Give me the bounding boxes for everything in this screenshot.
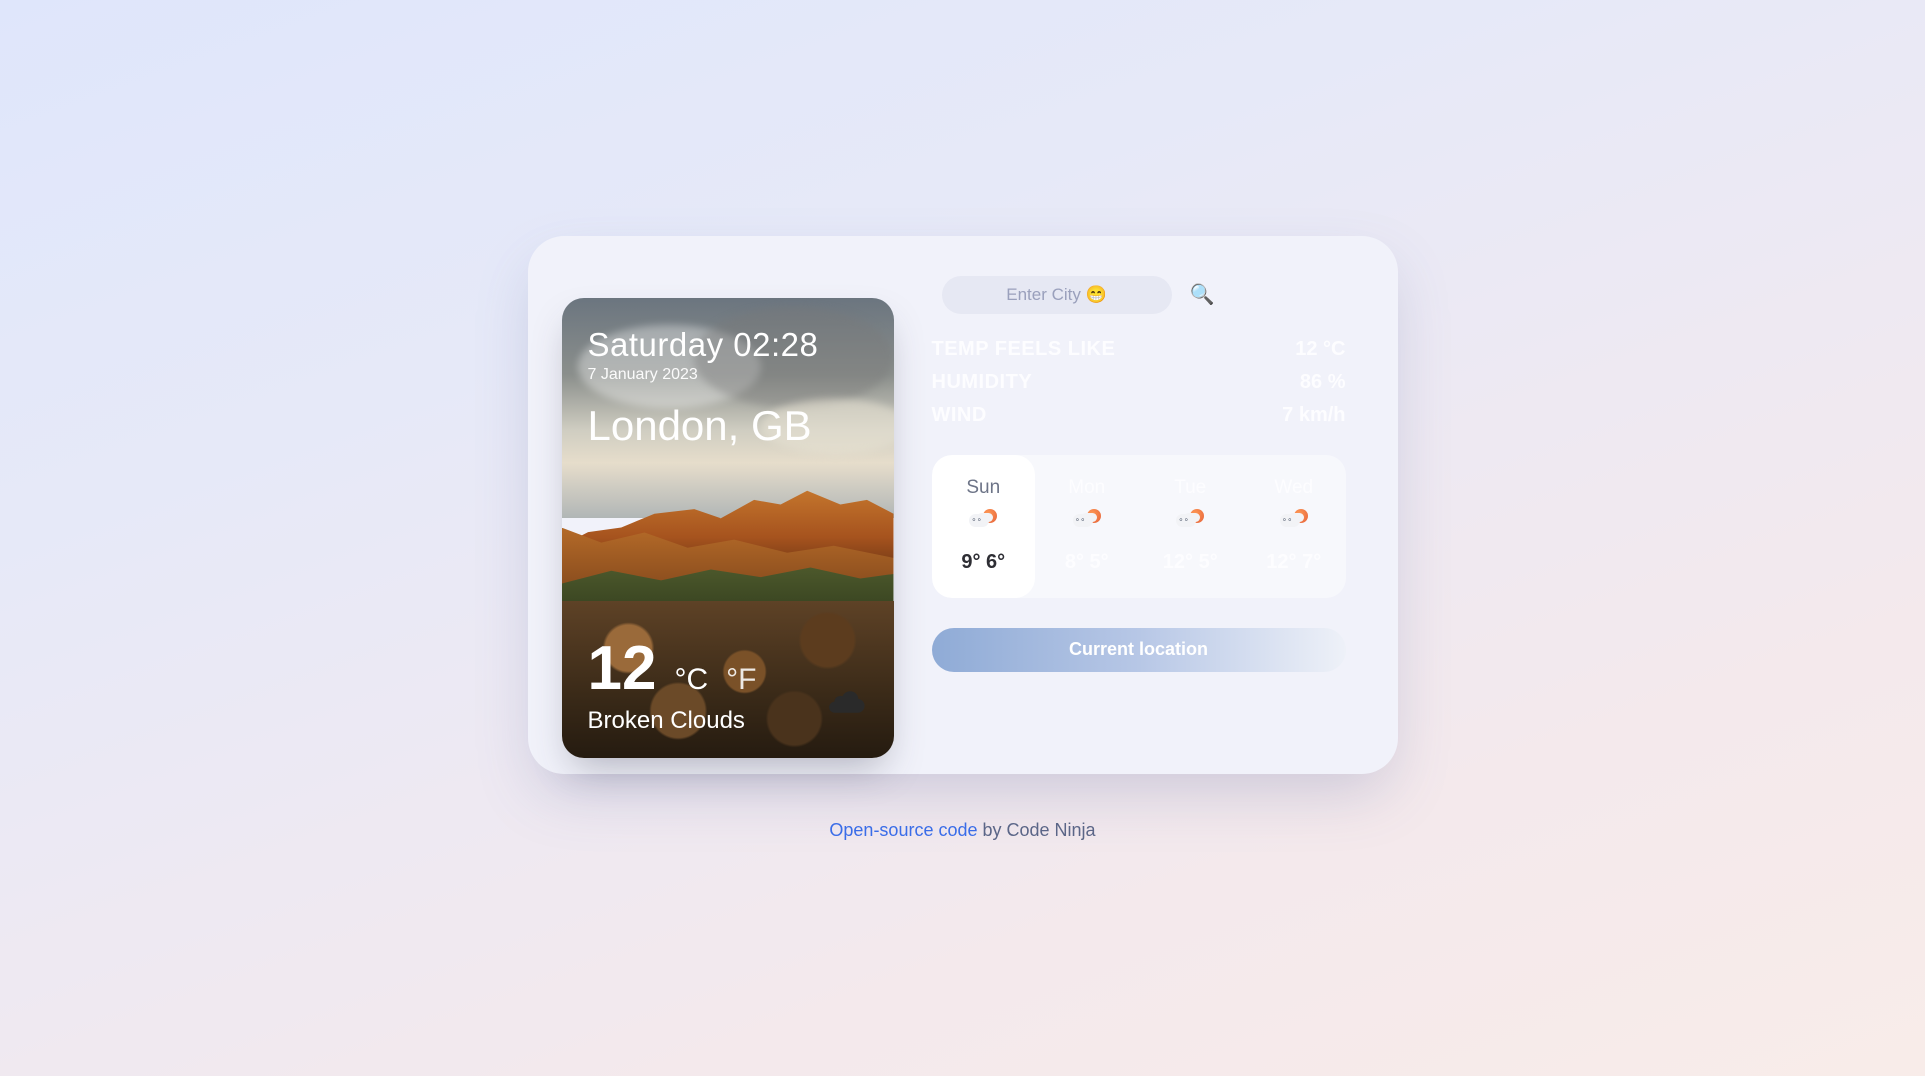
forecast-temps: 12° 5° bbox=[1147, 551, 1235, 574]
rain-sun-icon: ༚༚ bbox=[940, 507, 1028, 537]
rain-sun-icon: ༚༚ bbox=[1147, 507, 1235, 537]
stat-label: WIND bbox=[932, 404, 987, 427]
temperature-value: 12 bbox=[588, 638, 657, 700]
rain-sun-icon: ༚༚ bbox=[1043, 507, 1131, 537]
stat-label: HUMIDITY bbox=[932, 371, 1033, 394]
stat-value: 12 °C bbox=[1295, 338, 1345, 361]
city-search-input[interactable] bbox=[942, 276, 1172, 314]
footer: Open-source code by Code Ninja bbox=[829, 820, 1095, 841]
stat-label: TEMP FEELS LIKE bbox=[932, 338, 1116, 361]
date: 7 January 2023 bbox=[588, 366, 868, 384]
unit-fahrenheit-toggle[interactable]: °F bbox=[726, 663, 756, 697]
hero-panel: Saturday 02:28 7 January 2023 London, GB… bbox=[562, 298, 894, 758]
forecast-day-name: Tue bbox=[1147, 477, 1235, 499]
forecast-day[interactable]: Sun ༚༚ 9° 6° bbox=[932, 455, 1036, 598]
forecast-temps: 12° 7° bbox=[1250, 551, 1338, 574]
day-time: Saturday 02:28 bbox=[588, 326, 868, 364]
forecast-day-name: Sun bbox=[940, 477, 1028, 499]
search-icon: 🔍 bbox=[1190, 284, 1215, 306]
stat-value: 86 % bbox=[1300, 371, 1346, 394]
forecast-temps: 9° 6° bbox=[940, 551, 1028, 574]
current-location-button[interactable]: Current location bbox=[932, 628, 1346, 672]
forecast-temps: 8° 5° bbox=[1043, 551, 1131, 574]
stats-block: TEMP FEELS LIKE 12 °C HUMIDITY 86 % WIND… bbox=[932, 338, 1346, 427]
forecast-day[interactable]: Wed ༚༚ 12° 7° bbox=[1242, 455, 1346, 598]
stat-value: 7 km/h bbox=[1282, 404, 1345, 427]
stat-wind: WIND 7 km/h bbox=[932, 404, 1346, 427]
forecast-strip: Sun ༚༚ 9° 6° Mon ༚༚ 8° 5° Tue ༚༚ 12° 5° Wed ༚༚ 12° … bbox=[932, 455, 1346, 598]
forecast-day[interactable]: Tue ༚༚ 12° 5° bbox=[1139, 455, 1243, 598]
condition-text: Broken Clouds bbox=[588, 707, 745, 735]
forecast-day-name: Mon bbox=[1043, 477, 1131, 499]
rain-sun-icon: ༚༚ bbox=[1250, 507, 1338, 537]
search-row: 🔍 bbox=[942, 276, 1346, 314]
unit-celsius-toggle[interactable]: °C bbox=[674, 663, 708, 697]
stat-feels-like: TEMP FEELS LIKE 12 °C bbox=[932, 338, 1346, 361]
stat-humidity: HUMIDITY 86 % bbox=[932, 371, 1346, 394]
forecast-day[interactable]: Mon ༚༚ 8° 5° bbox=[1035, 455, 1139, 598]
search-button[interactable]: 🔍 bbox=[1190, 285, 1215, 305]
forecast-day-name: Wed bbox=[1250, 477, 1338, 499]
cloud-icon bbox=[824, 706, 868, 736]
open-source-link[interactable]: Open-source code bbox=[829, 820, 977, 840]
weather-card: Saturday 02:28 7 January 2023 London, GB… bbox=[528, 236, 1398, 774]
footer-attribution: by Code Ninja bbox=[978, 820, 1096, 840]
city-name: London, GB bbox=[588, 402, 868, 450]
details-panel: 🔍 TEMP FEELS LIKE 12 °C HUMIDITY 86 % WI… bbox=[932, 276, 1346, 730]
